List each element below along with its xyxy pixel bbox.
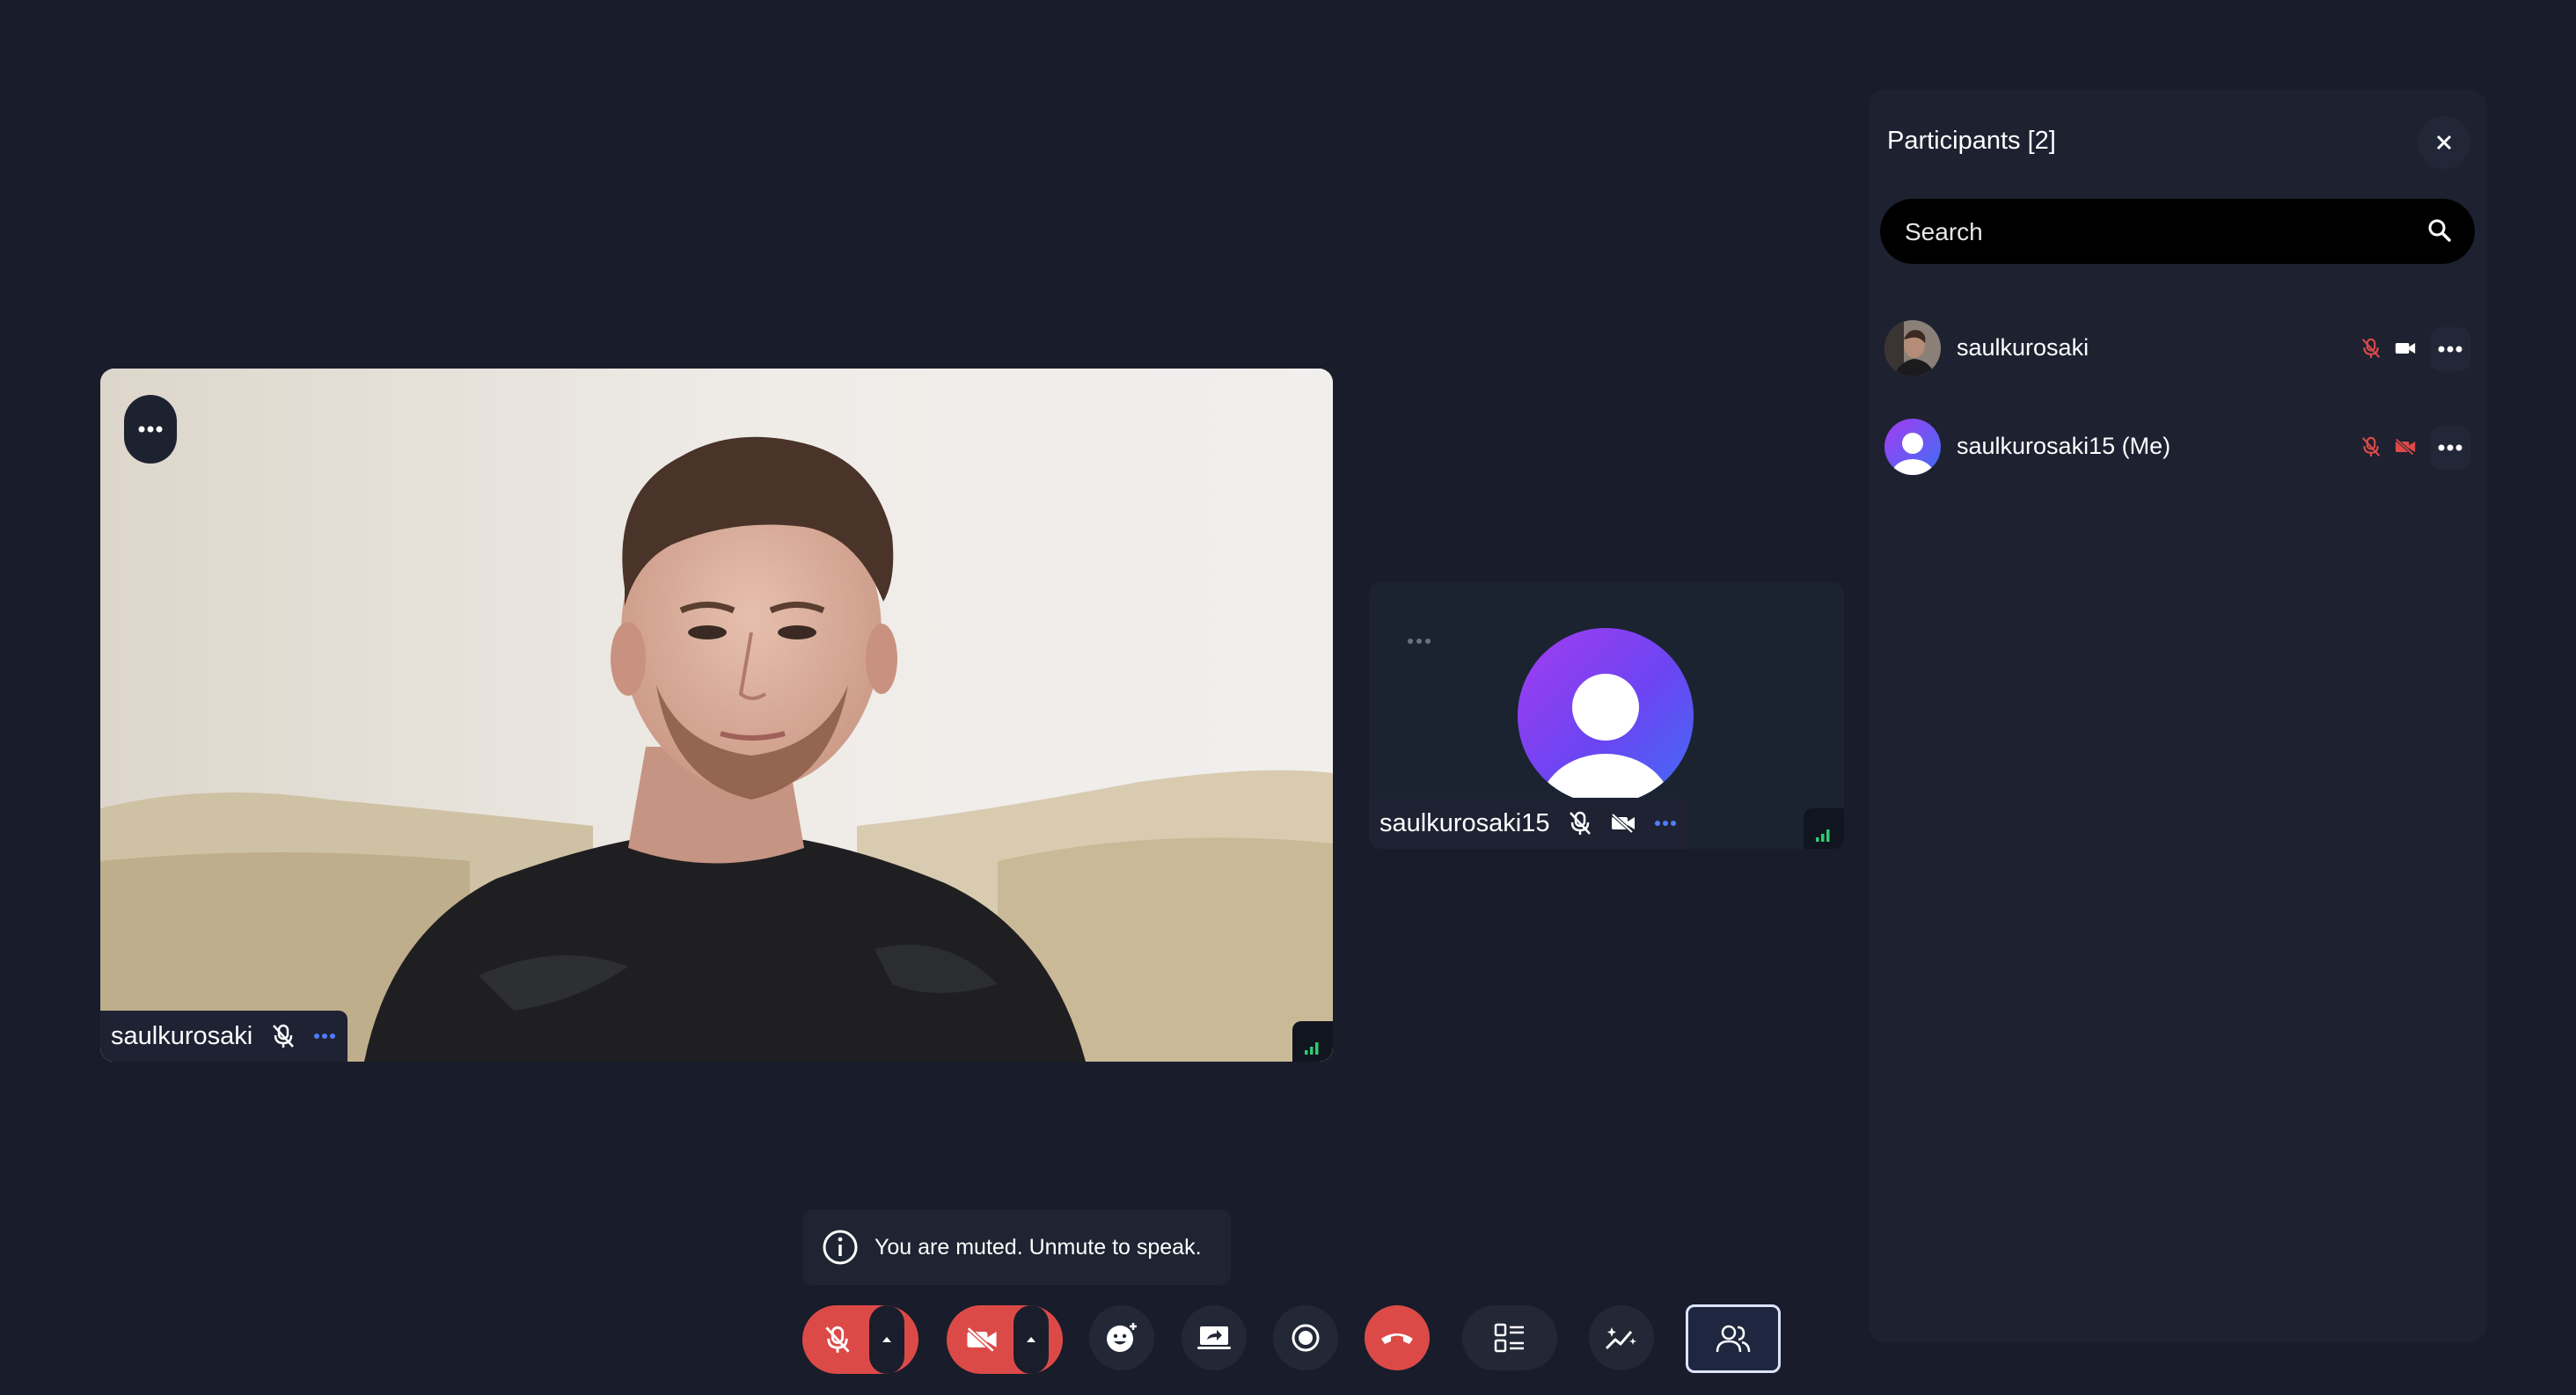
more-horizontal-icon <box>138 426 163 433</box>
caret-up-icon <box>882 1337 891 1342</box>
self-video-tile[interactable]: saulkurosaki15 <box>1369 582 1844 849</box>
layout-list-icon <box>1494 1323 1524 1353</box>
muted-notification: You are muted. Unmute to speak. <box>802 1209 1231 1285</box>
camera-off-icon <box>1612 814 1636 833</box>
close-icon <box>2436 135 2452 150</box>
participants-panel: Participants [2] saulkurosaki <box>1869 90 2486 1342</box>
camera-off-icon <box>2395 438 2416 456</box>
emoji-add-icon <box>1107 1323 1137 1352</box>
search-button[interactable] <box>2427 218 2452 243</box>
more-horizontal-icon[interactable] <box>1655 821 1677 826</box>
network-signal-indicator <box>1804 808 1844 849</box>
screen-share-icon <box>1197 1326 1231 1349</box>
network-signal-indicator <box>1292 1021 1333 1062</box>
record-icon <box>1292 1324 1320 1352</box>
mic-options-dropdown[interactable] <box>869 1305 904 1374</box>
leave-call-button[interactable] <box>1365 1305 1430 1370</box>
camera-off-icon <box>967 1327 997 1352</box>
participant-name: saulkurosaki <box>111 1021 253 1050</box>
mic-muted-icon <box>2361 436 2381 456</box>
layout-button[interactable] <box>1462 1305 1557 1370</box>
tile-options-button[interactable] <box>124 395 177 464</box>
participant-search[interactable] <box>1880 199 2475 266</box>
more-horizontal-icon <box>2438 444 2463 451</box>
search-icon <box>2428 219 2451 242</box>
mic-muted-icon <box>2361 338 2381 358</box>
camera-toggle-button[interactable] <box>947 1305 1063 1374</box>
reactions-button[interactable] <box>1089 1305 1154 1370</box>
avatar <box>1884 419 1941 475</box>
sparkle-chart-icon <box>1605 1327 1636 1350</box>
participant-row[interactable]: saulkurosaki15 (Me) <box>1884 417 2470 478</box>
record-button[interactable] <box>1273 1305 1338 1370</box>
main-video-tile[interactable]: saulkurosaki <box>100 369 1333 1062</box>
panel-title: Participants [2] <box>1887 127 2056 155</box>
participants-toggle-button[interactable] <box>1686 1304 1781 1373</box>
user-icon <box>1892 433 1934 475</box>
share-screen-button[interactable] <box>1182 1305 1247 1370</box>
user-icon <box>1540 674 1672 804</box>
avatar <box>1884 320 1941 376</box>
mic-toggle[interactable] <box>802 1305 873 1374</box>
mic-toggle-button[interactable] <box>802 1305 918 1374</box>
people-icon <box>1716 1325 1751 1353</box>
mic-muted-icon <box>825 1326 850 1353</box>
hang-up-icon <box>1381 1333 1413 1344</box>
participant-name-tag: saulkurosaki15 <box>1369 798 1689 849</box>
participant-name: saulkurosaki15 <box>1379 808 1550 837</box>
more-horizontal-icon <box>2438 346 2463 353</box>
more-horizontal-icon[interactable] <box>1407 638 1431 645</box>
participant-name: saulkurosaki15 (Me) <box>1957 433 2171 459</box>
signal-bars-icon <box>1305 1042 1319 1055</box>
signal-bars-icon <box>1816 829 1830 842</box>
info-icon <box>823 1230 858 1265</box>
participant-name: saulkurosaki <box>1957 334 2089 361</box>
camera-options-dropdown[interactable] <box>1014 1305 1049 1374</box>
search-input[interactable] <box>1903 199 2399 266</box>
participant-options-button[interactable] <box>2430 327 2470 371</box>
participant-row[interactable]: saulkurosaki <box>1884 318 2470 380</box>
participant-video-feed <box>100 369 1333 1062</box>
notification-text: You are muted. Unmute to speak. <box>875 1234 1202 1260</box>
avatar <box>1518 628 1694 804</box>
close-panel-button[interactable] <box>2418 116 2470 169</box>
participant-options-button[interactable] <box>2430 426 2470 470</box>
more-horizontal-icon[interactable] <box>314 1033 336 1039</box>
participant-name-tag: saulkurosaki <box>100 1011 348 1062</box>
mic-muted-icon <box>1570 811 1592 835</box>
effects-button[interactable] <box>1589 1305 1654 1370</box>
participant-photo <box>1884 320 1941 376</box>
camera-icon <box>2395 343 2416 354</box>
mic-muted-icon <box>273 1024 295 1048</box>
caret-up-icon <box>1027 1337 1036 1342</box>
camera-toggle[interactable] <box>947 1305 1017 1374</box>
